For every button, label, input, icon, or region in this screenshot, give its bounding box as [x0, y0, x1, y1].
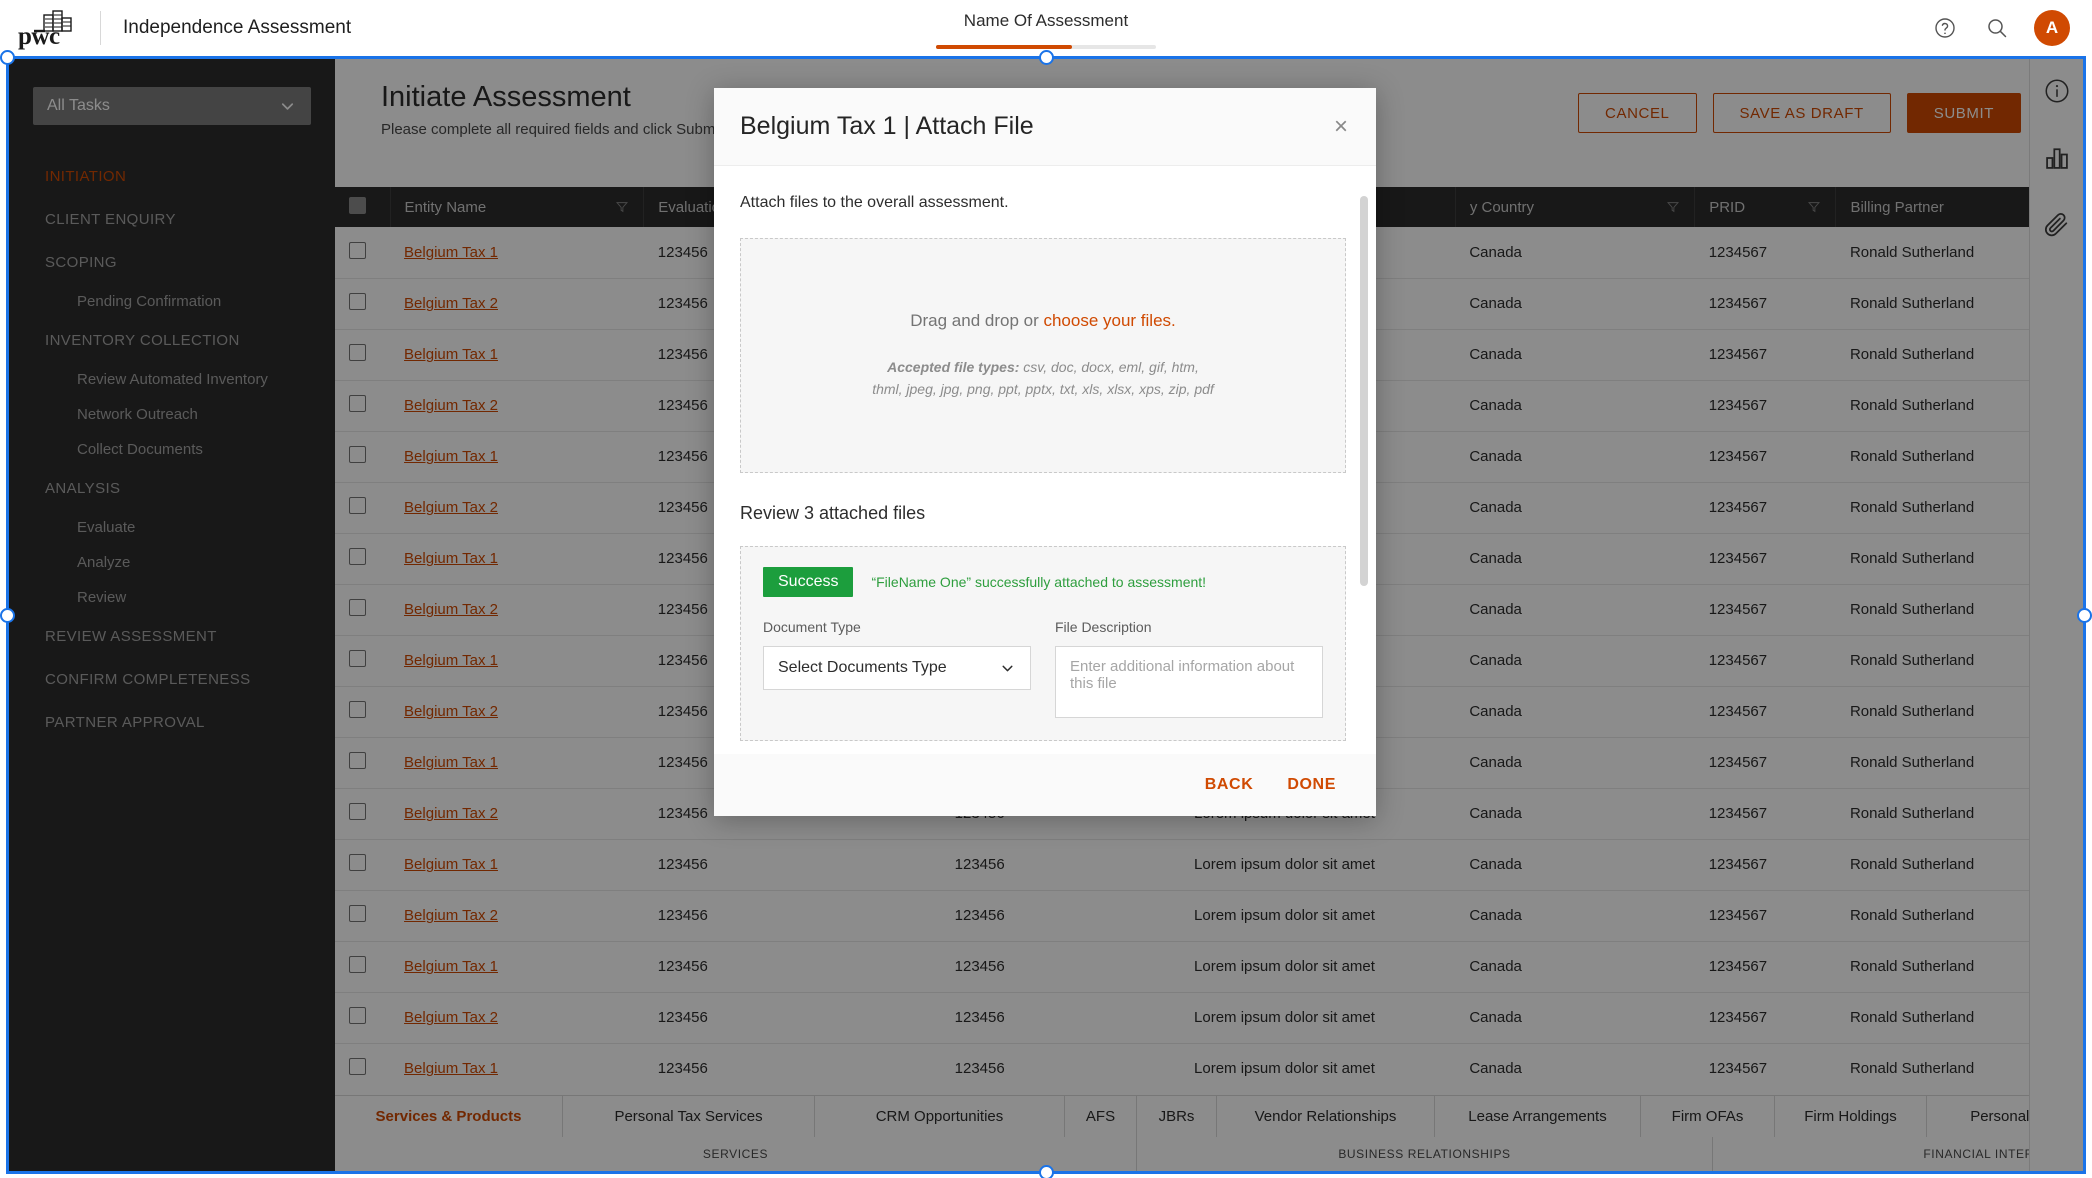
file-description-label: File Description	[1055, 619, 1323, 635]
help-circle-icon[interactable]	[1930, 13, 1960, 43]
back-button[interactable]: BACK	[1205, 776, 1254, 794]
assessment-tab[interactable]: Name Of Assessment	[871, 0, 1221, 56]
document-type-select[interactable]: Select Documents Type	[763, 646, 1031, 690]
dialog-scrollbar[interactable]	[1360, 196, 1368, 586]
accepted-types-label: Accepted file types:	[887, 359, 1019, 375]
document-type-label: Document Type	[763, 619, 1031, 635]
topbar-actions: A	[1930, 0, 2070, 56]
done-button[interactable]: DONE	[1287, 776, 1336, 794]
accepted-types-line2: thml, jpeg, jpg, png, ppt, pptx, txt, xl…	[872, 381, 1214, 397]
accepted-types-line1: csv, doc, docx, eml, gif, htm,	[1019, 359, 1198, 375]
close-icon[interactable]: ×	[1334, 115, 1348, 139]
pwc-logo: pwc	[18, 5, 82, 51]
choose-files-link[interactable]: choose your files.	[1043, 311, 1175, 330]
file-metadata-fields: Document Type Select Documents Type File…	[763, 619, 1323, 718]
document-type-value: Select Documents Type	[778, 659, 947, 677]
dialog-body: Attach files to the overall assessment. …	[714, 166, 1376, 754]
pwc-wordmark: pwc	[18, 23, 60, 51]
file-dropzone[interactable]: Drag and drop or choose your files. Acce…	[740, 238, 1346, 473]
assessment-progress-bar	[936, 45, 1156, 49]
chevron-down-icon	[999, 660, 1016, 677]
success-status-row: Success “FileName One” successfully atta…	[763, 567, 1323, 597]
dialog-header: Belgium Tax 1 | Attach File ×	[714, 88, 1376, 166]
review-files-heading: Review 3 attached files	[740, 503, 1346, 524]
dialog-intro-text: Attach files to the overall assessment.	[740, 194, 1346, 212]
top-bar: pwc Independence Assessment Name Of Asse…	[0, 0, 2092, 56]
accepted-file-types: Accepted file types: csv, doc, docx, eml…	[872, 357, 1214, 400]
attached-file-card: Success “FileName One” successfully atta…	[740, 546, 1346, 741]
file-description-field: File Description Enter additional inform…	[1055, 619, 1323, 718]
success-message: “FileName One” successfully attached to …	[871, 574, 1206, 590]
attach-file-dialog: Belgium Tax 1 | Attach File × Attach fil…	[714, 88, 1376, 816]
search-icon[interactable]	[1982, 13, 2012, 43]
topbar-divider	[100, 11, 101, 45]
avatar[interactable]: A	[2034, 10, 2070, 46]
assessment-tab-label: Name Of Assessment	[964, 11, 1128, 31]
status-badge: Success	[763, 567, 853, 597]
dialog-title: Belgium Tax 1 | Attach File	[740, 112, 1034, 141]
dropzone-prompt-prefix: Drag and drop or	[910, 311, 1043, 330]
app-title: Independence Assessment	[123, 17, 351, 39]
file-description-input[interactable]: Enter additional information about this …	[1055, 646, 1323, 718]
dialog-footer: BACK DONE	[714, 754, 1376, 816]
document-type-field: Document Type Select Documents Type	[763, 619, 1031, 718]
dropzone-prompt: Drag and drop or choose your files.	[910, 311, 1176, 331]
application-window: pwc Independence Assessment Name Of Asse…	[0, 0, 2092, 1178]
